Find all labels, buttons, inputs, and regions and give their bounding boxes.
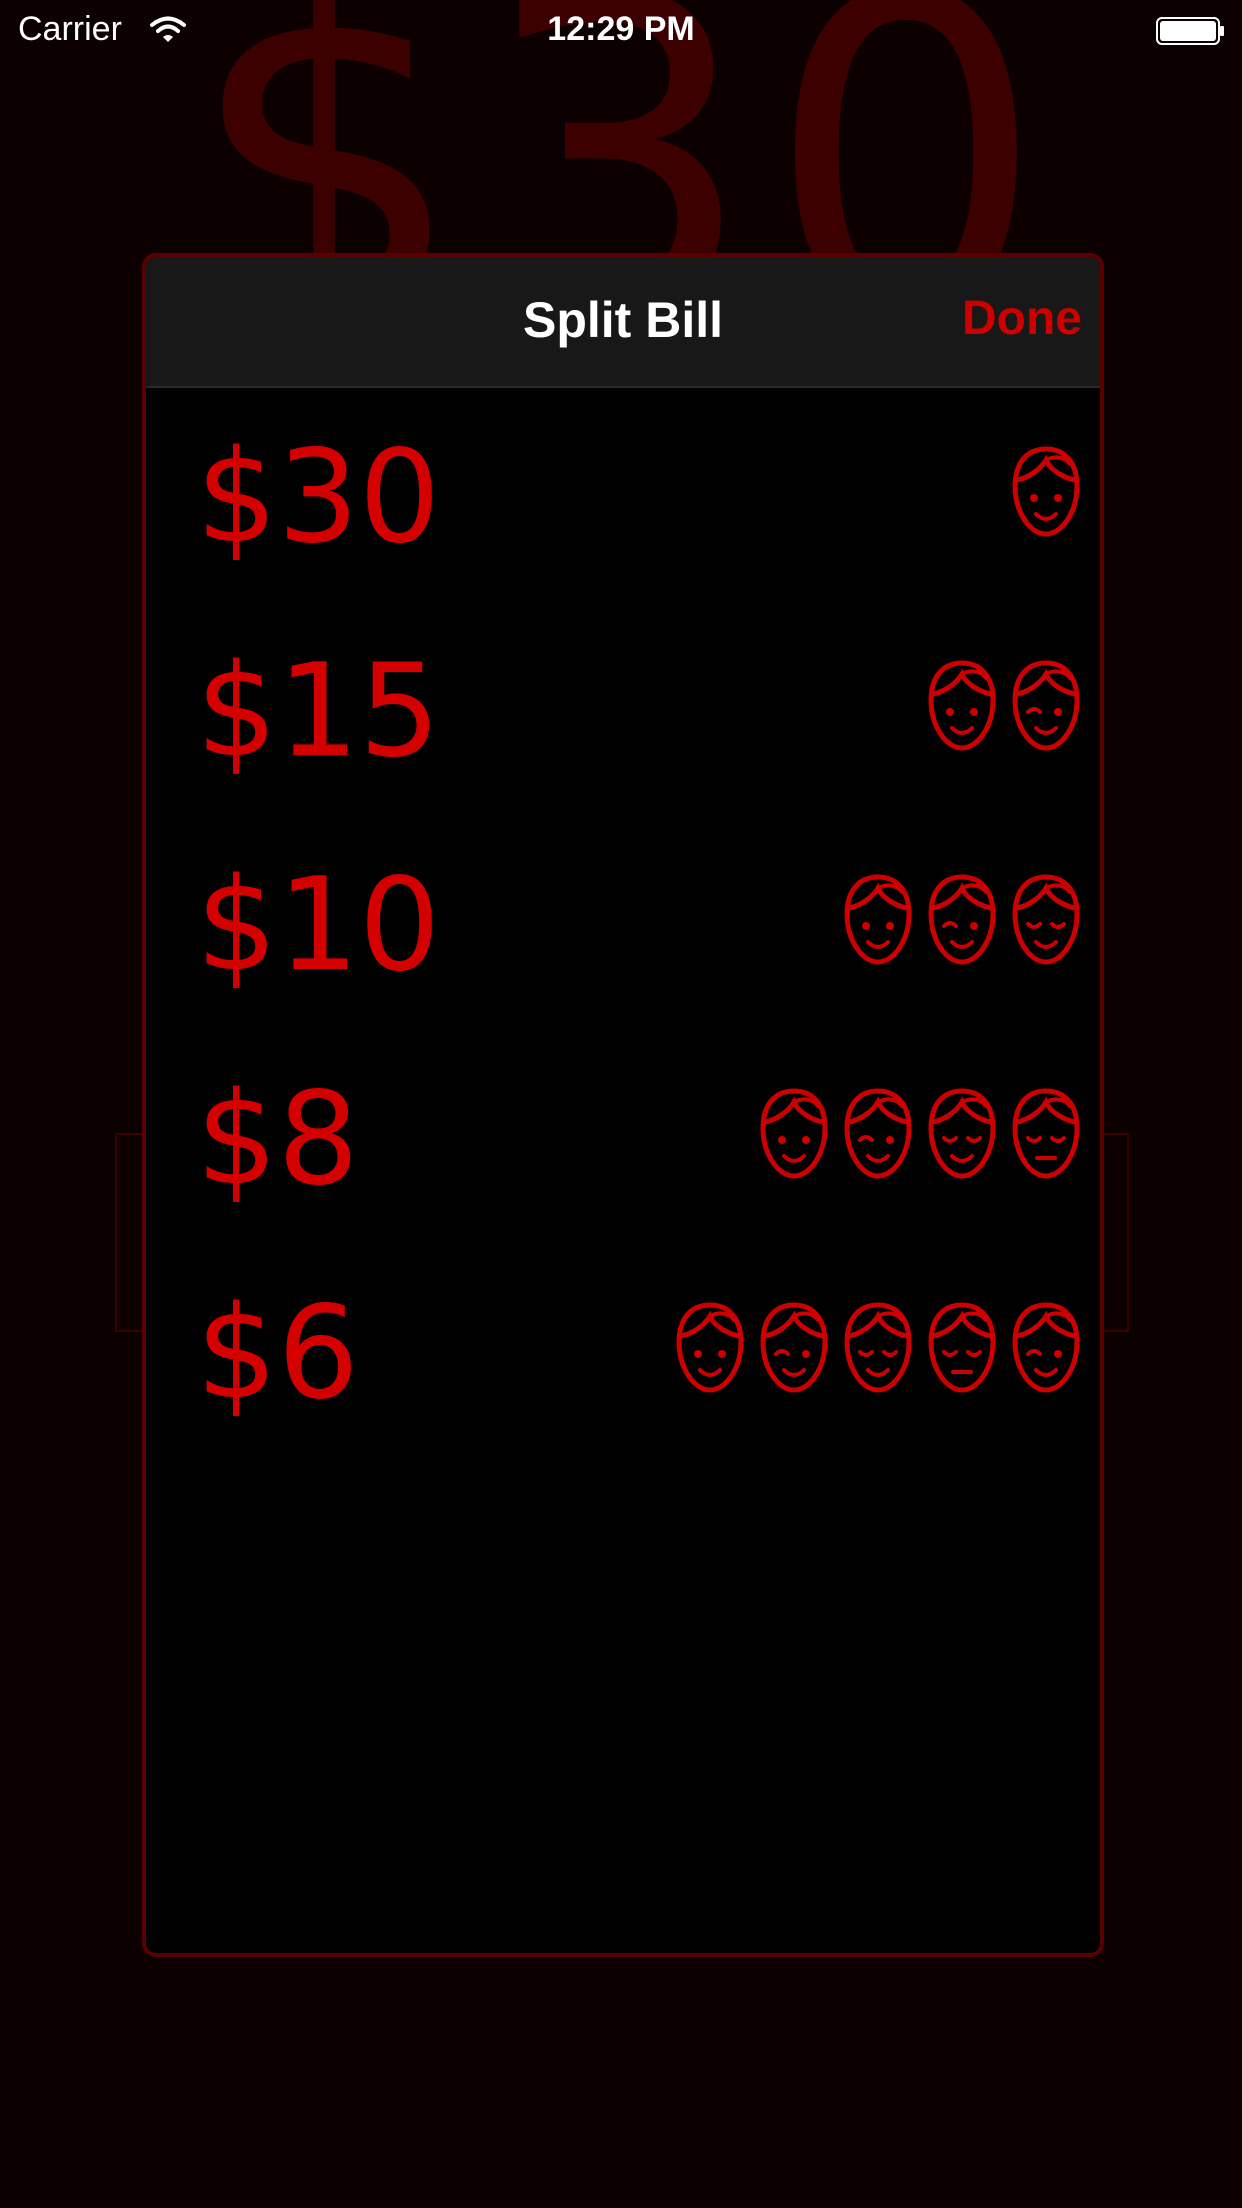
split-bill-modal: Split Bill Done $30 $15 $10 $8 $6 [142,253,1104,1957]
person-face-icon [844,1302,912,1393]
screen: $30 Carrier 12:29 PM Split Bill Done $30… [0,0,1242,2208]
split-row[interactable]: $10 [146,814,1100,1028]
people-count-icons [758,1088,1082,1180]
status-time: 12:29 PM [547,10,695,48]
person-face-icon [1012,1088,1080,1179]
split-row[interactable]: $15 [146,600,1100,814]
split-amount: $15 [196,637,441,786]
done-button[interactable]: Done [962,291,1082,346]
modal-title: Split Bill [523,292,723,348]
person-face-icon [844,874,912,965]
person-face-icon [1012,446,1080,537]
people-count-icons [842,874,1082,966]
person-face-icon [1012,660,1080,751]
split-amount: $30 [196,423,441,572]
person-face-icon [928,874,996,965]
split-amount: $6 [196,1279,359,1428]
status-bar: Carrier 12:29 PM [0,0,1242,60]
split-list: $30 $15 $10 $8 $6 [146,386,1100,1456]
person-face-icon [928,1302,996,1393]
people-count-icons [926,660,1082,752]
modal-header: Split Bill Done [146,257,1100,388]
person-face-icon [928,1088,996,1179]
people-count-icons [1010,446,1082,538]
split-row[interactable]: $6 [146,1242,1100,1456]
person-face-icon [1012,1302,1080,1393]
person-face-icon [760,1088,828,1179]
left-side-tab [115,1133,145,1332]
person-face-icon [928,660,996,751]
person-face-icon [1012,874,1080,965]
split-amount: $10 [196,851,441,1000]
split-row[interactable]: $8 [146,1028,1100,1242]
person-face-icon [676,1302,744,1393]
battery-icon [1156,17,1224,45]
person-face-icon [760,1302,828,1393]
split-row[interactable]: $30 [146,386,1100,600]
split-amount: $8 [196,1065,359,1214]
person-face-icon [844,1088,912,1179]
people-count-icons [674,1302,1082,1394]
